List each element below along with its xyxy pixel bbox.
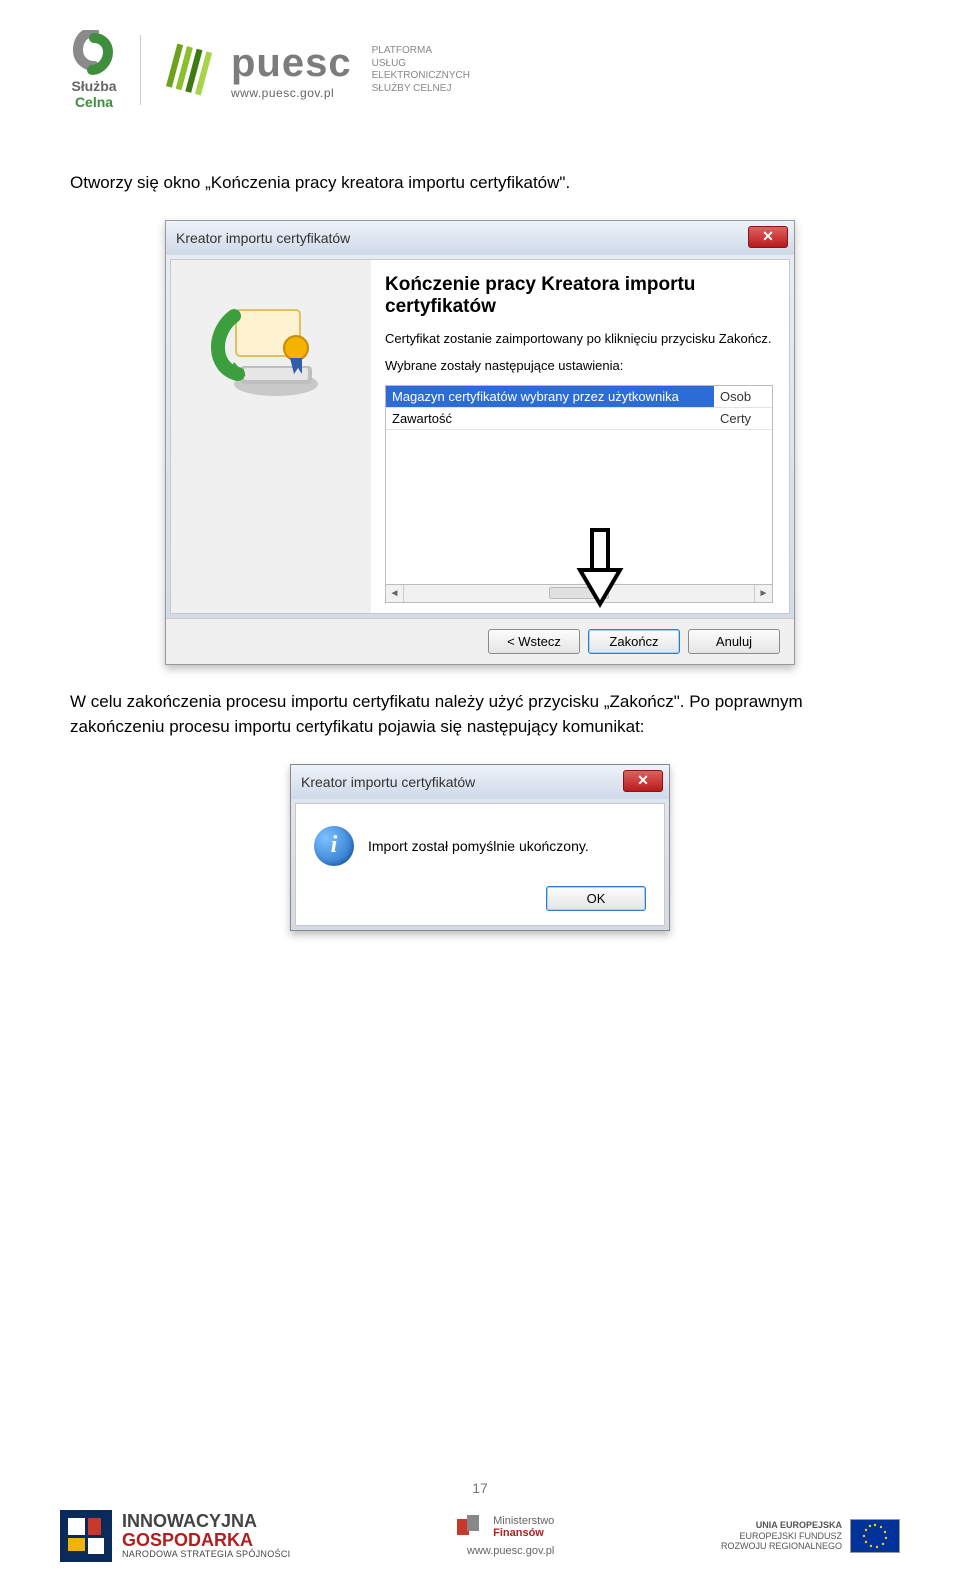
wizard-text-2: Wybrane zostały następujące ustawienia: xyxy=(385,357,773,375)
platform-tagline: PLATFORMA USŁUG ELEKTRONICZNYCH SŁUŻBY C… xyxy=(372,45,470,95)
wizard-text-1: Certyfikat zostanie zaimportowany po kli… xyxy=(385,330,773,348)
cancel-button[interactable]: Anuluj xyxy=(688,629,780,654)
close-icon: ✕ xyxy=(762,228,774,245)
scroll-left-icon[interactable]: ◄ xyxy=(386,585,404,602)
mf-icon xyxy=(457,1515,487,1539)
arrow-down-hint-icon xyxy=(576,528,624,608)
puesc-url-text: www.puesc.gov.pl xyxy=(231,86,352,100)
wizard-left-panel xyxy=(171,260,371,613)
sluzba-label-1: Służba xyxy=(71,78,116,94)
dialog-title: Kreator importu certyfikatów xyxy=(176,230,350,246)
innowacyjna-gospodarka-logo: INNOWACYJNA GOSPODARKA NARODOWA STRATEGI… xyxy=(60,1510,290,1562)
page-number: 17 xyxy=(60,1480,900,1496)
sluzba-celna-icon xyxy=(70,30,118,76)
dialog-button-row: < Wstecz Zakończ Anuluj xyxy=(166,618,794,664)
close-icon: ✕ xyxy=(637,772,649,789)
certificate-wizard-icon xyxy=(206,274,336,404)
divider xyxy=(140,35,141,105)
settings-row[interactable]: Zawartość Certy xyxy=(386,407,772,429)
message-title: Kreator importu certyfikatów xyxy=(301,774,475,790)
settings-row-selected[interactable]: Magazyn certyfikatów wybrany przez użytk… xyxy=(386,386,772,408)
message-dialog: Kreator importu certyfikatów ✕ i Import … xyxy=(290,764,670,931)
scroll-right-icon[interactable]: ► xyxy=(754,585,772,602)
close-button[interactable]: ✕ xyxy=(748,226,788,248)
wizard-heading: Kończenie pracy Kreatora importu certyfi… xyxy=(385,274,773,318)
dialog-titlebar: Kreator importu certyfikatów ✕ xyxy=(166,221,794,255)
footer-url: www.puesc.gov.pl xyxy=(457,1545,554,1557)
wizard-dialog: Kreator importu certyfikatów ✕ Ko xyxy=(165,220,795,665)
ig-icon xyxy=(60,1510,112,1562)
finish-button[interactable]: Zakończ xyxy=(588,629,680,654)
sluzba-celna-logo: Służba Celna xyxy=(70,30,118,110)
ministry-block: Ministerstwo Finansów www.puesc.gov.pl xyxy=(457,1515,554,1557)
sluzba-label-2: Celna xyxy=(75,94,113,110)
info-icon: i xyxy=(314,826,354,866)
page-footer: 17 INNOWACYJNA GOSPODARKA NARODOWA STRAT… xyxy=(0,1480,960,1562)
eu-logo: UNIA EUROPEJSKA EUROPEJSKI FUNDUSZ ROZWO… xyxy=(721,1519,900,1553)
middle-paragraph: W celu zakończenia procesu importu certy… xyxy=(70,689,890,740)
ok-button[interactable]: OK xyxy=(546,886,646,911)
puesc-brand-text: puesc xyxy=(231,41,352,86)
intro-paragraph: Otworzy się okno „Kończenia pracy kreato… xyxy=(70,170,890,196)
eu-flag-icon xyxy=(850,1519,900,1553)
message-titlebar: Kreator importu certyfikatów ✕ xyxy=(291,765,669,799)
header-logos: Służba Celna puesc www.puesc.gov.pl PLAT… xyxy=(70,30,890,110)
message-close-button[interactable]: ✕ xyxy=(623,770,663,792)
message-text: Import został pomyślnie ukończony. xyxy=(368,838,589,854)
puesc-logo: puesc www.puesc.gov.pl PLATFORMA USŁUG E… xyxy=(163,41,470,100)
puesc-icon xyxy=(163,42,219,98)
back-button[interactable]: < Wstecz xyxy=(488,629,580,654)
